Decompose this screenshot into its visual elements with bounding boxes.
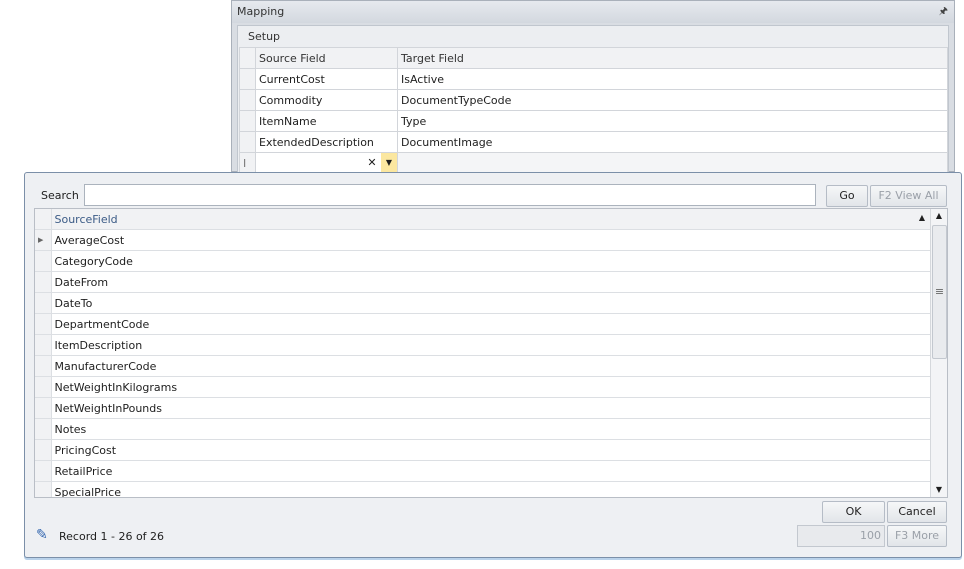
panel-title: Mapping xyxy=(237,5,285,18)
row-indicator[interactable] xyxy=(35,355,52,377)
list-item[interactable]: ▶ AverageCost xyxy=(35,229,932,251)
source-field-cell[interactable]: AverageCost xyxy=(51,229,932,251)
list-item[interactable]: SpecialPrice xyxy=(35,481,932,497)
source-field-cell[interactable]: CategoryCode xyxy=(51,250,932,272)
group-label: Setup xyxy=(248,30,281,43)
list-item[interactable]: CategoryCode xyxy=(35,250,932,272)
row-indicator[interactable] xyxy=(35,439,52,461)
cancel-button[interactable]: Cancel xyxy=(887,501,947,523)
table-row: ExtendedDescription DocumentImage xyxy=(239,131,948,153)
list-item[interactable]: PricingCost xyxy=(35,439,932,461)
mapping-panel: Mapping 🖈 Setup Source Field Target Field… xyxy=(231,0,955,175)
dropdown-button[interactable]: ▼ xyxy=(381,153,397,173)
row-indicator[interactable] xyxy=(35,481,52,497)
clear-icon[interactable]: ✕ xyxy=(364,154,380,173)
row-indicator[interactable] xyxy=(35,376,52,398)
source-field-lookup-popup: Search Go F2 View All SourceField ▲ ▶ Aver… xyxy=(24,172,962,558)
row-indicator[interactable] xyxy=(35,250,52,272)
list-item[interactable]: NetWeightInPounds xyxy=(35,397,932,419)
table-row: Commodity DocumentTypeCode xyxy=(239,89,948,111)
pin-icon[interactable]: 🖈 xyxy=(939,1,948,23)
list-item[interactable]: ManufacturerCode xyxy=(35,355,932,377)
source-field-editor[interactable]: ✕ ▼ xyxy=(255,152,398,174)
row-indicator[interactable]: ▶ xyxy=(35,229,52,251)
source-field-cell[interactable]: SpecialPrice xyxy=(51,481,932,497)
new-row: I ✕ ▼ xyxy=(239,152,948,174)
row-indicator[interactable] xyxy=(35,460,52,482)
row-indicator[interactable] xyxy=(35,418,52,440)
source-field-cell[interactable]: RetailPrice xyxy=(51,460,932,482)
scroll-down-icon[interactable]: ▼ xyxy=(931,483,947,497)
sort-ascending-icon: ▲ xyxy=(918,212,925,222)
list-item[interactable]: DepartmentCode xyxy=(35,313,932,335)
record-icon: ✎ xyxy=(36,527,48,543)
row-indicator[interactable] xyxy=(35,334,52,356)
record-count: Record 1 - 26 of 26 xyxy=(59,530,165,543)
search-label: Search xyxy=(41,189,79,202)
view-all-button[interactable]: F2 View All xyxy=(870,185,947,207)
row-indicator[interactable] xyxy=(35,292,52,314)
table-row: ItemName Type xyxy=(239,110,948,132)
source-field-cell[interactable]: DateTo xyxy=(51,292,932,314)
row-indicator[interactable] xyxy=(35,313,52,335)
source-field-cell[interactable]: Notes xyxy=(51,418,932,440)
source-field-cell[interactable]: ItemDescription xyxy=(51,334,932,356)
list-item[interactable]: DateTo xyxy=(35,292,932,314)
column-header-sourcefield[interactable]: SourceField ▲ xyxy=(51,209,932,230)
list-item[interactable]: DateFrom xyxy=(35,271,932,293)
source-field-grid: SourceField ▲ ▶ AverageCost CategoryCode Dat… xyxy=(34,208,948,498)
scroll-up-icon[interactable]: ▲ xyxy=(931,209,947,223)
mapping-grid: Source Field Target Field CurrentCost IsAc… xyxy=(239,47,948,174)
search-input[interactable] xyxy=(84,184,816,206)
more-button[interactable]: F3 More xyxy=(887,525,947,547)
source-field-cell[interactable]: DateFrom xyxy=(51,271,932,293)
ok-button[interactable]: OK xyxy=(822,501,885,523)
text-cursor-icon: I xyxy=(239,152,256,174)
vertical-scrollbar[interactable]: ▲ ≡ ▼ xyxy=(930,209,947,497)
source-field-cell[interactable]: NetWeightInKilograms xyxy=(51,376,932,398)
setup-group: Setup Source Field Target Field CurrentCo… xyxy=(237,25,949,175)
source-field-cell[interactable]: PricingCost xyxy=(51,439,932,461)
source-field-cell[interactable]: NetWeightInPounds xyxy=(51,397,932,419)
scroll-thumb[interactable]: ≡ xyxy=(932,225,947,359)
list-item[interactable]: Notes xyxy=(35,418,932,440)
column-header-source[interactable]: Source Field xyxy=(255,47,398,69)
mapping-title-bar: Mapping 🖈 xyxy=(232,1,954,23)
go-button[interactable]: Go xyxy=(826,185,868,207)
list-item[interactable]: RetailPrice xyxy=(35,460,932,482)
table-row: CurrentCost IsActive xyxy=(239,68,948,90)
list-item[interactable]: NetWeightInKilograms xyxy=(35,376,932,398)
list-item[interactable]: ItemDescription xyxy=(35,334,932,356)
row-indicator[interactable] xyxy=(35,397,52,419)
source-field-cell[interactable]: DepartmentCode xyxy=(51,313,932,335)
row-indicator[interactable] xyxy=(35,271,52,293)
source-field-cell[interactable]: ManufacturerCode xyxy=(51,355,932,377)
page-size-field[interactable]: 100 xyxy=(797,525,885,547)
column-header-target[interactable]: Target Field xyxy=(397,47,948,69)
